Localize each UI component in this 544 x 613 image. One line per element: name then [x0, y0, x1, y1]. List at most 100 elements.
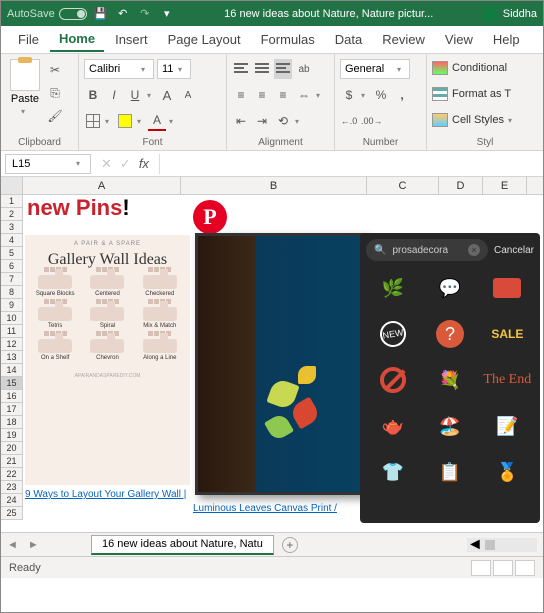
comma-button[interactable]: ,: [393, 85, 411, 105]
paste-button[interactable]: Paste ▾: [6, 57, 44, 126]
sticker-item[interactable]: 🏖️: [423, 405, 476, 447]
embedded-image-gallery[interactable]: A PAIR & A SPARE Gallery Wall Ideas Squa…: [25, 235, 190, 485]
embedded-image-stickers[interactable]: 🔍 prosadecora × Cancelar 🌿 💬 NEW ? SALE …: [360, 233, 540, 523]
row-header[interactable]: 17: [1, 403, 23, 416]
sticker-item[interactable]: The End: [481, 359, 534, 401]
increase-indent-icon[interactable]: ⇥: [253, 111, 271, 131]
sheet-tab[interactable]: 16 new ideas about Nature, Natu: [91, 535, 274, 555]
sticker-item[interactable]: NEW: [366, 313, 419, 355]
sticker-item[interactable]: 💐: [423, 359, 476, 401]
decrease-font-icon[interactable]: A: [179, 85, 197, 105]
cut-icon[interactable]: ✂: [46, 60, 64, 80]
customize-qat-icon[interactable]: ▾: [159, 6, 175, 22]
row-header[interactable]: 22: [1, 468, 23, 481]
normal-view-button[interactable]: [471, 560, 491, 576]
font-size-selector[interactable]: 11▾: [157, 59, 191, 79]
conditional-formatting-button[interactable]: Conditional: [432, 57, 538, 79]
row-header[interactable]: 23: [1, 481, 23, 494]
row-header[interactable]: 10: [1, 312, 23, 325]
col-header[interactable]: B: [181, 177, 367, 194]
font-color-button[interactable]: A: [148, 111, 166, 131]
sticker-item[interactable]: 👕: [366, 451, 419, 493]
page-break-view-button[interactable]: [515, 560, 535, 576]
row-header[interactable]: 2: [1, 208, 23, 221]
sticker-item[interactable]: [366, 359, 419, 401]
align-middle-icon[interactable]: [253, 59, 271, 79]
borders-button[interactable]: [84, 111, 102, 131]
select-all-corner[interactable]: [1, 177, 23, 194]
percent-button[interactable]: %: [372, 85, 390, 105]
orientation-icon[interactable]: ⟲: [274, 111, 292, 131]
menu-page-layout[interactable]: Page Layout: [159, 28, 250, 51]
fill-color-button[interactable]: [116, 111, 134, 131]
tab-nav-prev-icon[interactable]: ◄: [7, 539, 18, 551]
menu-formulas[interactable]: Formulas: [252, 28, 324, 51]
align-right-icon[interactable]: ≡: [274, 85, 292, 105]
sticker-item[interactable]: 📋: [423, 451, 476, 493]
row-header[interactable]: 7: [1, 273, 23, 286]
tab-nav-next-icon[interactable]: ►: [28, 539, 39, 551]
menu-file[interactable]: File: [9, 28, 48, 51]
menu-view[interactable]: View: [436, 28, 482, 51]
new-sheet-button[interactable]: +: [282, 537, 298, 553]
sticker-item[interactable]: 💬: [423, 267, 476, 309]
col-header[interactable]: E: [483, 177, 527, 194]
row-header[interactable]: 18: [1, 416, 23, 429]
align-top-icon[interactable]: [232, 59, 250, 79]
row-header[interactable]: 6: [1, 260, 23, 273]
row-header[interactable]: 13: [1, 351, 23, 364]
row-header[interactable]: 4: [1, 234, 23, 247]
number-format-selector[interactable]: General▾: [340, 59, 410, 79]
user-name[interactable]: Siddha: [503, 8, 537, 20]
increase-decimal-button[interactable]: ←.0: [340, 111, 358, 131]
row-header[interactable]: 19: [1, 429, 23, 442]
col-header[interactable]: A: [23, 177, 181, 194]
row-header[interactable]: 3: [1, 221, 23, 234]
menu-home[interactable]: Home: [50, 27, 104, 52]
row-header[interactable]: 11: [1, 325, 23, 338]
menu-data[interactable]: Data: [326, 28, 371, 51]
italic-button[interactable]: I: [105, 85, 123, 105]
wrap-text-button[interactable]: ab: [295, 59, 313, 79]
sticker-item[interactable]: SALE: [481, 313, 534, 355]
horizontal-scrollbar[interactable]: ◄: [467, 538, 537, 552]
row-header[interactable]: 1: [1, 195, 23, 208]
increase-font-icon[interactable]: A: [158, 85, 176, 105]
hyperlink[interactable]: 9 Ways to Layout Your Gallery Wall |: [25, 489, 186, 500]
align-bottom-icon[interactable]: [274, 59, 292, 79]
enter-formula-icon[interactable]: ✓: [120, 156, 131, 172]
search-input[interactable]: 🔍 prosadecora ×: [366, 239, 488, 261]
sticker-item[interactable]: [481, 267, 534, 309]
sticker-item[interactable]: ?: [423, 313, 476, 355]
menu-insert[interactable]: Insert: [106, 28, 157, 51]
row-header[interactable]: 5: [1, 247, 23, 260]
row-header[interactable]: 9: [1, 299, 23, 312]
redo-icon[interactable]: ↷: [137, 6, 153, 22]
align-center-icon[interactable]: ≡: [253, 85, 271, 105]
row-header[interactable]: 15: [1, 377, 23, 390]
menu-help[interactable]: Help: [484, 28, 529, 51]
menu-review[interactable]: Review: [373, 28, 434, 51]
merge-center-button[interactable]: ⇔: [295, 85, 313, 105]
sticker-item[interactable]: 🫖: [366, 405, 419, 447]
decrease-indent-icon[interactable]: ⇤: [232, 111, 250, 131]
row-header[interactable]: 21: [1, 455, 23, 468]
row-header[interactable]: 16: [1, 390, 23, 403]
row-header[interactable]: 14: [1, 364, 23, 377]
col-header[interactable]: D: [439, 177, 483, 194]
save-icon[interactable]: 💾: [93, 6, 109, 22]
font-name-selector[interactable]: Calibri▾: [84, 59, 154, 79]
decrease-decimal-button[interactable]: .00→: [361, 111, 383, 131]
sticker-item[interactable]: 🌿: [366, 267, 419, 309]
row-header[interactable]: 8: [1, 286, 23, 299]
col-header[interactable]: C: [367, 177, 439, 194]
fx-icon[interactable]: fx: [139, 156, 149, 171]
format-painter-icon[interactable]: 🖌: [46, 106, 64, 126]
row-header[interactable]: 25: [1, 507, 23, 520]
cancel-search-button[interactable]: Cancelar: [494, 245, 534, 256]
sticker-item[interactable]: 📝: [481, 405, 534, 447]
page-layout-view-button[interactable]: [493, 560, 513, 576]
embedded-image-leaves[interactable]: [195, 233, 365, 495]
cancel-formula-icon[interactable]: ✕: [101, 156, 112, 172]
hyperlink[interactable]: Luminous Leaves Canvas Print /: [193, 503, 337, 514]
